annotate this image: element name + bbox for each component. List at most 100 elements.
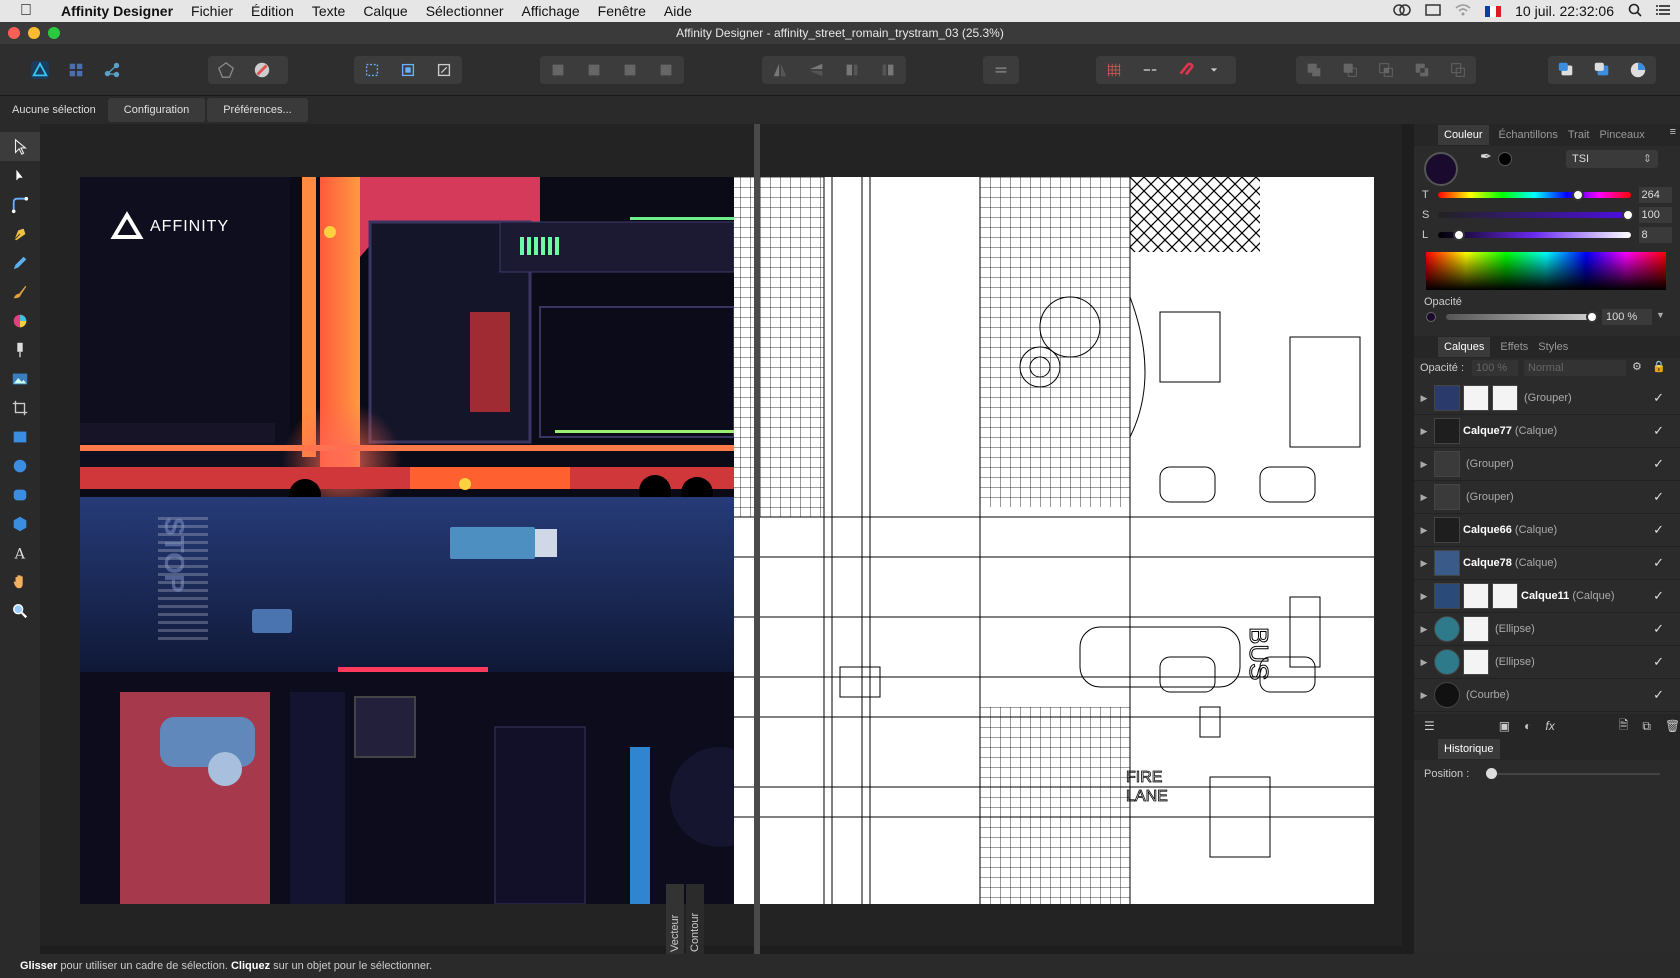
- insert-top-icon[interactable]: [1584, 56, 1620, 84]
- history-slider[interactable]: [1486, 768, 1660, 779]
- move-forward-icon[interactable]: [612, 56, 648, 84]
- expand-triangle-icon[interactable]: ▶: [1414, 624, 1434, 635]
- menu-selectionner[interactable]: Sélectionner: [417, 0, 513, 22]
- layer-row[interactable]: ▶ (Grouper) ✓: [1414, 382, 1680, 415]
- opacity-knob[interactable]: [1586, 311, 1598, 323]
- layers-list[interactable]: ▶ (Grouper) ✓ ▶ Calque77 (Calque) ✓ ▶ (G…: [1414, 382, 1680, 714]
- grid-icon[interactable]: [1096, 56, 1132, 84]
- menu-fenetre[interactable]: Fenêtre: [589, 0, 655, 22]
- lightness-slider[interactable]: L 8: [1422, 227, 1672, 243]
- visibility-checkmark-icon[interactable]: ✓: [1653, 555, 1664, 571]
- minimize-window-button[interactable]: [28, 27, 40, 39]
- french-flag-icon[interactable]: [1485, 5, 1502, 17]
- visibility-checkmark-icon[interactable]: ✓: [1653, 390, 1664, 406]
- hue-track[interactable]: [1437, 189, 1631, 201]
- history-knob[interactable]: [1486, 768, 1497, 779]
- clock[interactable]: 10 juil. 22:32:06: [1515, 3, 1614, 19]
- preferences-button[interactable]: Préférences...: [207, 98, 308, 122]
- zoom-tool-icon[interactable]: [0, 596, 40, 625]
- tab-effects[interactable]: Effets: [1500, 341, 1528, 353]
- color-picker-icon[interactable]: ✒: [1480, 148, 1492, 165]
- delete-layer-icon[interactable]: 🗑: [1665, 719, 1680, 733]
- add-layer-icon[interactable]: 🗎: [1619, 716, 1629, 737]
- canvas-area[interactable]: AFFINITY STOP BUS FIRE LANE Vecteur Cont…: [40, 124, 1402, 956]
- flip-horizontal-icon[interactable]: [762, 56, 798, 84]
- move-to-back-icon[interactable]: [540, 56, 576, 84]
- zoom-window-button[interactable]: [48, 27, 60, 39]
- layer-row[interactable]: ▶ Calque78 (Calque) ✓: [1414, 547, 1680, 580]
- color-spectrum[interactable]: [1426, 252, 1666, 290]
- chevron-down-icon[interactable]: [1204, 56, 1224, 84]
- tab-stroke[interactable]: Trait: [1568, 129, 1590, 141]
- subtract-boolean-icon[interactable]: [1332, 56, 1368, 84]
- saturation-slider[interactable]: S 100: [1422, 207, 1672, 223]
- rotate-left-icon[interactable]: [834, 56, 870, 84]
- intersect-boolean-icon[interactable]: [1368, 56, 1404, 84]
- snapping-magnet-icon[interactable]: [1168, 56, 1204, 84]
- snap-options-icon[interactable]: [1132, 56, 1168, 84]
- flip-vertical-icon[interactable]: [798, 56, 834, 84]
- expand-triangle-icon[interactable]: ▶: [1414, 393, 1434, 404]
- fx-icon[interactable]: fx: [1545, 719, 1554, 733]
- designer-persona-icon[interactable]: [22, 56, 58, 84]
- select-inside-icon[interactable]: [390, 56, 426, 84]
- rotate-right-icon[interactable]: [870, 56, 906, 84]
- menu-aide[interactable]: Aide: [655, 0, 701, 22]
- insert-inside-icon[interactable]: [1620, 56, 1656, 84]
- lightness-knob[interactable]: [1452, 229, 1465, 241]
- visibility-checkmark-icon[interactable]: ✓: [1653, 588, 1664, 604]
- xor-boolean-icon[interactable]: [1404, 56, 1440, 84]
- duplicate-layer-icon[interactable]: ⧉: [1642, 719, 1651, 734]
- expand-triangle-icon[interactable]: ▶: [1414, 690, 1434, 701]
- saturation-knob[interactable]: [1621, 209, 1634, 221]
- saturation-track[interactable]: [1437, 209, 1634, 221]
- tab-brushes[interactable]: Pinceaux: [1599, 129, 1644, 141]
- hue-slider[interactable]: T 264: [1422, 187, 1672, 203]
- layer-row[interactable]: ▶ (Grouper) ✓: [1414, 481, 1680, 514]
- split-view-handle[interactable]: [754, 124, 760, 956]
- lightness-track[interactable]: [1437, 229, 1631, 241]
- place-image-tool-icon[interactable]: [0, 364, 40, 393]
- color-wheel-icon[interactable]: [244, 56, 280, 84]
- layer-settings-gear-icon[interactable]: ⚙: [1632, 360, 1642, 373]
- layer-row[interactable]: ▶ (Grouper) ✓: [1414, 448, 1680, 481]
- document-artwork[interactable]: AFFINITY STOP BUS FIRE LANE: [80, 177, 1374, 904]
- tab-swatches[interactable]: Échantillons: [1499, 129, 1558, 141]
- add-boolean-icon[interactable]: [1296, 56, 1332, 84]
- layer-row[interactable]: ▶ (Ellipse) ✓: [1414, 613, 1680, 646]
- menu-affichage[interactable]: Affichage: [513, 0, 589, 22]
- layer-row[interactable]: ▶ Calque77 (Calque) ✓: [1414, 415, 1680, 448]
- close-window-button[interactable]: [8, 27, 20, 39]
- expand-triangle-icon[interactable]: ▶: [1414, 525, 1434, 536]
- tab-vector[interactable]: Vecteur: [666, 884, 684, 954]
- tab-color[interactable]: Couleur: [1438, 125, 1489, 145]
- divide-boolean-icon[interactable]: [1440, 56, 1476, 84]
- pixel-persona-icon[interactable]: [58, 56, 94, 84]
- mask-layer-icon[interactable]: ▣: [1499, 719, 1510, 733]
- layer-row[interactable]: ▶ (Courbe) ✓: [1414, 679, 1680, 712]
- fill-tool-icon[interactable]: [0, 306, 40, 335]
- transform-mode-icon[interactable]: [426, 56, 462, 84]
- wifi-icon[interactable]: [1455, 3, 1471, 19]
- expand-triangle-icon[interactable]: ▶: [1414, 591, 1434, 602]
- visibility-checkmark-icon[interactable]: ✓: [1653, 687, 1664, 703]
- menu-texte[interactable]: Texte: [303, 0, 354, 22]
- tab-history[interactable]: Historique: [1438, 739, 1500, 759]
- panel-menu-icon[interactable]: ≡: [1670, 126, 1676, 138]
- insert-behind-icon[interactable]: [1548, 56, 1584, 84]
- view-mode-icon[interactable]: [208, 56, 244, 84]
- stroke-color-well[interactable]: [1498, 152, 1512, 166]
- display-icon[interactable]: [1425, 3, 1441, 19]
- layer-opacity-field[interactable]: 100 %: [1472, 360, 1518, 376]
- blend-mode-select[interactable]: Normal: [1524, 360, 1626, 376]
- vector-brush-tool-icon[interactable]: [0, 277, 40, 306]
- layer-row[interactable]: ▶ Calque66 (Calque) ✓: [1414, 514, 1680, 547]
- artboard-tool-icon[interactable]: [0, 393, 40, 422]
- menu-app-name[interactable]: Affinity Designer: [52, 0, 182, 22]
- export-persona-icon[interactable]: [94, 56, 130, 84]
- layers-stack-icon[interactable]: ☰: [1424, 719, 1435, 733]
- node-tool-icon[interactable]: [0, 161, 40, 190]
- ellipse-tool-icon[interactable]: [0, 451, 40, 480]
- visibility-checkmark-icon[interactable]: ✓: [1653, 621, 1664, 637]
- rectangle-tool-icon[interactable]: [0, 422, 40, 451]
